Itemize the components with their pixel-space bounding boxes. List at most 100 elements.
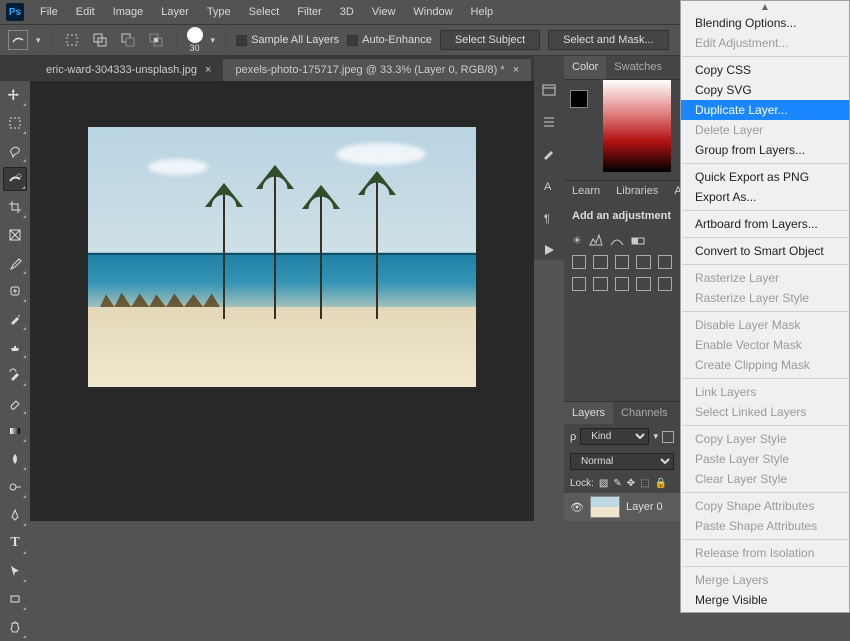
layer-filter-select[interactable]: Kind xyxy=(580,428,649,445)
lock-artboard-icon[interactable]: ⬚ xyxy=(640,478,649,489)
clone-stamp-tool[interactable] xyxy=(3,335,27,359)
paragraph-panel-icon[interactable]: ¶ xyxy=(539,208,559,228)
cm-copy-svg[interactable]: Copy SVG xyxy=(681,80,849,100)
history-panel-icon[interactable] xyxy=(539,80,559,100)
new-selection-icon[interactable] xyxy=(62,30,82,50)
sample-all-layers-checkbox[interactable]: Sample All Layers xyxy=(236,34,339,46)
cm-quick-export[interactable]: Quick Export as PNG xyxy=(681,167,849,187)
cm-copy-css[interactable]: Copy CSS xyxy=(681,60,849,80)
history-brush-tool[interactable] xyxy=(3,363,27,387)
brush-panel-icon[interactable] xyxy=(539,144,559,164)
select-and-mask-button[interactable]: Select and Mask... xyxy=(548,30,669,50)
cm-blending-options[interactable]: Blending Options... xyxy=(681,13,849,33)
layer-name[interactable]: Layer 0 xyxy=(626,501,663,513)
exposure-icon[interactable] xyxy=(631,234,645,247)
lock-brush-icon[interactable]: ✎ xyxy=(613,478,621,489)
channels-tab[interactable]: Channels xyxy=(613,402,675,424)
menu-filter[interactable]: Filter xyxy=(289,3,329,21)
dodge-tool[interactable] xyxy=(3,475,27,499)
subtract-selection-icon[interactable] xyxy=(118,30,138,50)
visibility-eye-icon[interactable]: 👁 xyxy=(570,501,584,514)
adjustment-icon[interactable] xyxy=(658,255,672,269)
menu-layer[interactable]: Layer xyxy=(153,3,197,21)
adjustment-icon[interactable] xyxy=(636,255,650,269)
adjustment-icon[interactable] xyxy=(593,255,607,269)
path-selection-tool[interactable] xyxy=(3,559,27,583)
swatches-tab[interactable]: Swatches xyxy=(606,56,670,79)
layer-thumbnail[interactable] xyxy=(590,496,620,518)
cm-duplicate-layer[interactable]: Duplicate Layer... xyxy=(681,100,849,120)
chevron-down-icon[interactable]: ▾ xyxy=(653,431,658,442)
tool-preset-picker[interactable] xyxy=(8,30,28,50)
hand-tool[interactable] xyxy=(3,615,27,639)
intersect-selection-icon[interactable] xyxy=(146,30,166,50)
cm-artboard-from-layers[interactable]: Artboard from Layers... xyxy=(681,214,849,234)
color-picker[interactable] xyxy=(603,80,671,172)
menu-window[interactable]: Window xyxy=(405,3,460,21)
menu-help[interactable]: Help xyxy=(463,3,502,21)
play-icon[interactable] xyxy=(539,240,559,260)
menu-image[interactable]: Image xyxy=(105,3,152,21)
close-icon[interactable]: × xyxy=(513,64,519,76)
eyedropper-tool[interactable] xyxy=(3,251,27,275)
layers-tab[interactable]: Layers xyxy=(564,402,613,424)
menu-view[interactable]: View xyxy=(364,3,404,21)
healing-brush-tool[interactable] xyxy=(3,279,27,303)
blend-mode-select[interactable]: Normal xyxy=(570,453,674,470)
layer-row[interactable]: 👁 Layer 0 xyxy=(564,493,680,521)
menu-file[interactable]: File xyxy=(32,3,66,21)
menu-type[interactable]: Type xyxy=(199,3,239,21)
menu-edit[interactable]: Edit xyxy=(68,3,103,21)
adjustment-icon[interactable] xyxy=(615,277,629,291)
lasso-tool[interactable] xyxy=(3,139,27,163)
cm-group-from-layers[interactable]: Group from Layers... xyxy=(681,140,849,160)
document-tab[interactable]: eric-ward-304333-unsplash.jpg × xyxy=(34,59,223,81)
brush-preview[interactable] xyxy=(187,27,203,43)
filter-toggle-icon[interactable] xyxy=(662,431,674,443)
cm-convert-smart-object[interactable]: Convert to Smart Object xyxy=(681,241,849,261)
chevron-down-icon[interactable]: ▾ xyxy=(36,35,41,46)
lock-all-icon[interactable]: 🔒 xyxy=(655,478,667,489)
chevron-down-icon[interactable]: ▾ xyxy=(211,35,216,46)
close-icon[interactable]: × xyxy=(205,64,211,76)
adjustment-icon[interactable] xyxy=(572,255,586,269)
brush-tool[interactable] xyxy=(3,307,27,331)
canvas-area[interactable] xyxy=(30,81,534,521)
lock-transparency-icon[interactable]: ▧ xyxy=(599,478,608,489)
levels-icon[interactable] xyxy=(589,234,603,247)
add-selection-icon[interactable] xyxy=(90,30,110,50)
color-tab[interactable]: Color xyxy=(564,56,606,79)
adjustment-icon[interactable] xyxy=(615,255,629,269)
move-tool[interactable] xyxy=(3,83,27,107)
auto-enhance-checkbox[interactable]: Auto-Enhance xyxy=(347,34,432,46)
cm-merge-visible[interactable]: Merge Visible xyxy=(681,590,849,610)
adjustment-icon[interactable] xyxy=(593,277,607,291)
gradient-tool[interactable] xyxy=(3,419,27,443)
eraser-tool[interactable] xyxy=(3,391,27,415)
document-tab[interactable]: pexels-photo-175717.jpeg @ 33.3% (Layer … xyxy=(223,59,531,81)
type-tool[interactable]: T xyxy=(3,531,27,555)
crop-tool[interactable] xyxy=(3,195,27,219)
libraries-tab[interactable]: Libraries xyxy=(608,181,666,202)
adjustment-icon[interactable] xyxy=(658,277,672,291)
rectangle-tool[interactable] xyxy=(3,587,27,611)
adjustment-icon[interactable] xyxy=(572,277,586,291)
frame-tool[interactable] xyxy=(3,223,27,247)
curves-icon[interactable] xyxy=(610,234,624,247)
select-subject-button[interactable]: Select Subject xyxy=(440,30,540,50)
brightness-icon[interactable]: ☀ xyxy=(572,234,582,247)
cm-export-as[interactable]: Export As... xyxy=(681,187,849,207)
menu-select[interactable]: Select xyxy=(241,3,288,21)
blur-tool[interactable] xyxy=(3,447,27,471)
quick-selection-tool[interactable] xyxy=(3,167,27,191)
marquee-tool[interactable] xyxy=(3,111,27,135)
adjustment-icon[interactable] xyxy=(636,277,650,291)
lock-position-icon[interactable]: ✥ xyxy=(627,478,635,489)
learn-tab[interactable]: Learn xyxy=(564,181,608,202)
menu-3d[interactable]: 3D xyxy=(332,3,362,21)
character-panel-icon[interactable]: A xyxy=(539,176,559,196)
foreground-background-swatch[interactable] xyxy=(570,90,588,108)
properties-panel-icon[interactable] xyxy=(539,112,559,132)
scroll-up-icon[interactable]: ▲ xyxy=(681,3,849,13)
pen-tool[interactable] xyxy=(3,503,27,527)
